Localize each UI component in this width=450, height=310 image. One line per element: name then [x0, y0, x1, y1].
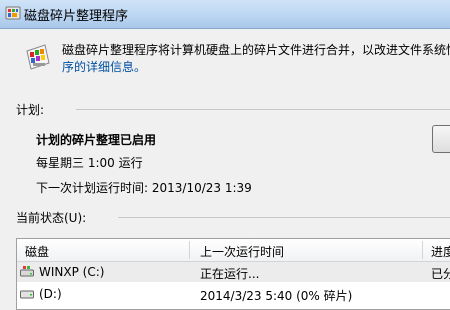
intro-line: 磁盘碎片整理程序将计算机硬盘上的碎片文件进行合并，以改进文件系统性 [62, 43, 450, 57]
defrag-icon [26, 44, 50, 70]
disk-name: (D:) [39, 287, 62, 301]
disk-table[interactable]: 磁盘 上一次运行时间 进度 WINXP (C:) 正在运行... 已分 (D:)… [16, 238, 450, 310]
current-status-label: 当前状态(U): [16, 211, 87, 225]
table-header: 磁盘 上一次运行时间 进度 [17, 239, 450, 262]
title-bar[interactable]: 磁盘碎片整理程序 [0, 0, 450, 29]
help-link[interactable]: 序的详细信息。 [62, 59, 450, 76]
schedule-status: 计划的碎片整理已启用 [36, 133, 157, 147]
column-header-last-run[interactable]: 上一次运行时间 [200, 243, 284, 260]
column-header-disk[interactable]: 磁盘 [25, 243, 49, 260]
last-run: 正在运行... [200, 267, 260, 281]
schedule-next-run: 下一次计划运行时间: 2013/10/23 1:39 [36, 181, 252, 195]
divider [118, 217, 450, 218]
column-separator[interactable] [422, 241, 423, 259]
disk-name: WINXP (C:) [39, 265, 105, 279]
intro-text: 磁盘碎片整理程序将计算机硬盘上的碎片文件进行合并，以改进文件系统性 序的详细信息… [62, 42, 450, 76]
last-run: 2014/3/23 5:40 (0% 碎片) [200, 289, 353, 303]
main-panel: 磁盘碎片整理程序将计算机硬盘上的碎片文件进行合并，以改进文件系统性 序的详细信息… [0, 29, 450, 310]
defrag-icon [5, 6, 21, 20]
drive-icon [20, 290, 34, 299]
divider [76, 109, 450, 110]
schedule-run-time: 每星期三 1:00 运行 [36, 156, 143, 170]
table-row[interactable]: WINXP (C:) 正在运行... 已分 [17, 262, 450, 282]
column-separator[interactable] [189, 241, 190, 259]
configure-schedule-button[interactable] [432, 125, 450, 153]
progress: 已分 [431, 267, 450, 281]
schedule-label: 计划: [16, 103, 45, 117]
column-header-progress[interactable]: 进度 [431, 243, 450, 260]
window-title: 磁盘碎片整理程序 [24, 9, 129, 24]
windows-drive-icon [20, 266, 34, 277]
table-row[interactable]: (D:) 2014/3/23 5:40 (0% 碎片) [17, 284, 450, 304]
